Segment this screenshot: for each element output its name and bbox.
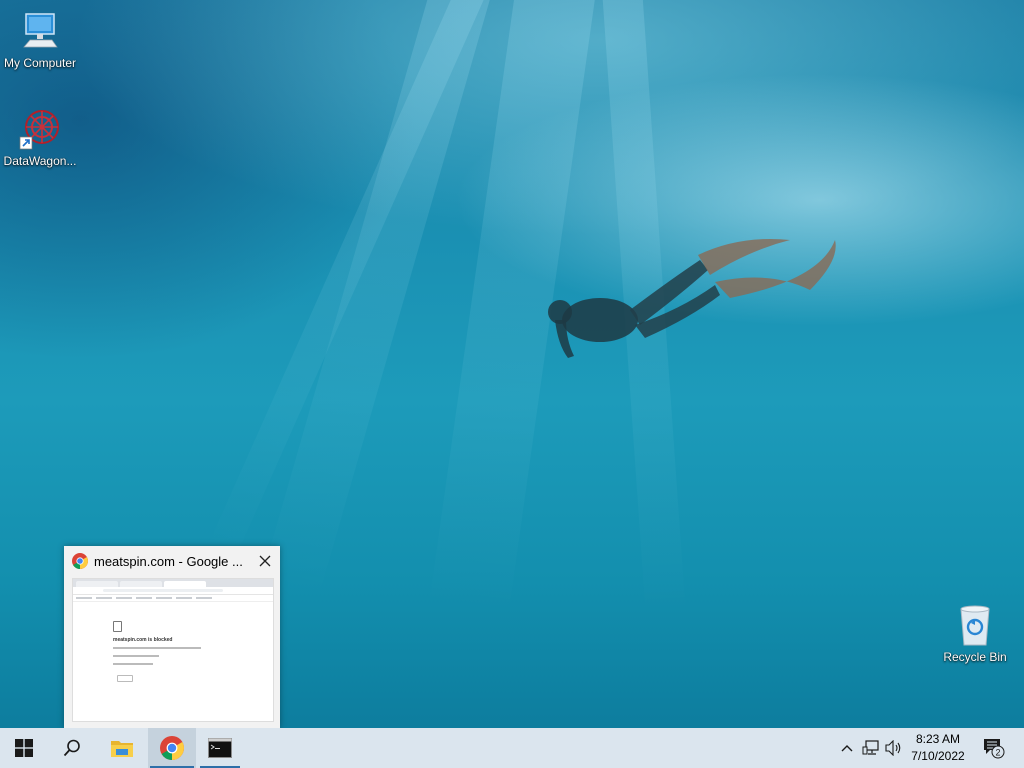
start-button[interactable] — [0, 728, 48, 768]
thumbnail-page-preview[interactable]: meatspin.com is blocked — [72, 578, 274, 722]
desktop-icon-datawagon[interactable]: DataWagon... — [0, 106, 80, 168]
clock-time: 8:23 AM — [915, 732, 961, 746]
preview-page-icon — [113, 621, 122, 632]
action-center-button[interactable]: 2 — [982, 737, 1006, 759]
chrome-icon — [72, 553, 88, 569]
chrome-icon — [160, 736, 184, 760]
chevron-up-icon — [841, 745, 853, 752]
taskbar-thumbnail-preview[interactable]: meatspin.com - Google ... meatspin.com i… — [64, 546, 280, 728]
wallpaper-diver — [548, 239, 836, 358]
taskbar-file-explorer[interactable] — [98, 728, 146, 768]
preview-address-bar — [73, 587, 273, 595]
preview-text-line — [113, 647, 201, 649]
preview-button — [117, 675, 133, 682]
search-button[interactable] — [48, 728, 96, 768]
notification-icon: 2 — [984, 739, 1005, 759]
close-icon[interactable] — [256, 552, 274, 570]
preview-tab-strip — [73, 579, 273, 587]
search-icon — [63, 739, 80, 757]
recycle-bin-icon — [952, 602, 998, 648]
system-clock[interactable]: 8:23 AM 7/10/2022 — [900, 730, 976, 766]
desktop-icon-label: DataWagon... — [3, 154, 77, 168]
preview-text-line — [113, 655, 159, 657]
preview-heading: meatspin.com is blocked — [113, 637, 173, 643]
desktop-icon-my-computer[interactable]: My Computer — [0, 8, 80, 70]
show-hidden-icons-button[interactable] — [837, 738, 857, 758]
desktop-icon-label: My Computer — [3, 56, 77, 70]
thumbnail-header: meatspin.com - Google ... — [64, 546, 280, 576]
command-prompt-icon — [208, 738, 232, 758]
clock-date: 7/10/2022 — [911, 749, 965, 763]
desktop-icon-label: Recycle Bin — [943, 650, 1007, 664]
computer-icon — [17, 8, 63, 54]
notification-count: 2 — [995, 748, 1000, 758]
desktop: My Computer DataWagon... Recycle Bin mea… — [0, 0, 1024, 728]
desktop-icon-recycle-bin[interactable]: Recycle Bin — [935, 602, 1015, 664]
preview-bookmarks-bar — [73, 595, 273, 602]
datawagon-shortcut-icon — [17, 106, 63, 152]
file-explorer-icon — [111, 741, 133, 757]
taskbar-command-prompt[interactable] — [198, 728, 242, 768]
preview-text-line — [113, 663, 153, 665]
windows-start-icon — [15, 739, 33, 757]
network-button[interactable] — [861, 738, 881, 758]
thumbnail-title: meatspin.com - Google ... — [94, 553, 243, 569]
taskbar: 8:23 AM 7/10/2022 2 — [0, 728, 1024, 768]
taskbar-chrome[interactable] — [148, 728, 196, 768]
network-icon — [862, 740, 879, 755]
